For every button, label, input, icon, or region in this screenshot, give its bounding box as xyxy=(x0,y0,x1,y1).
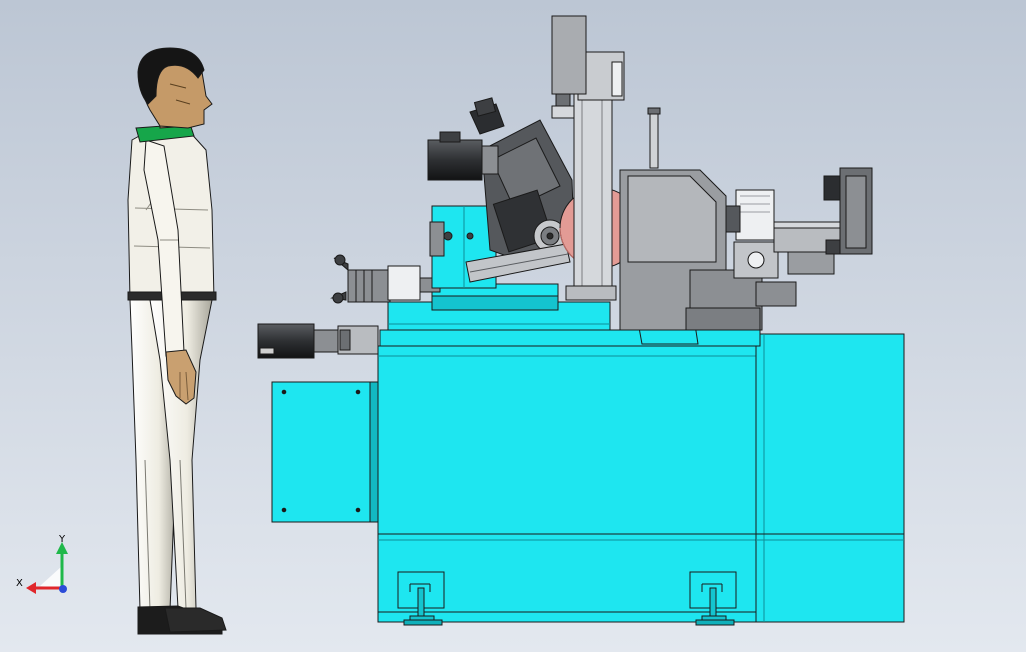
z-axis-dot xyxy=(59,585,67,593)
y-axis-label: Y xyxy=(58,534,66,545)
left-side-panel xyxy=(271,381,371,523)
x-axis-label: X xyxy=(16,578,23,589)
bed-top-plate xyxy=(379,329,761,347)
cad-scene[interactable]: Y X xyxy=(0,0,1026,652)
cad-viewport[interactable]: Y X xyxy=(0,0,1026,652)
top-actuator xyxy=(551,15,587,95)
right-cabinet xyxy=(755,333,905,623)
